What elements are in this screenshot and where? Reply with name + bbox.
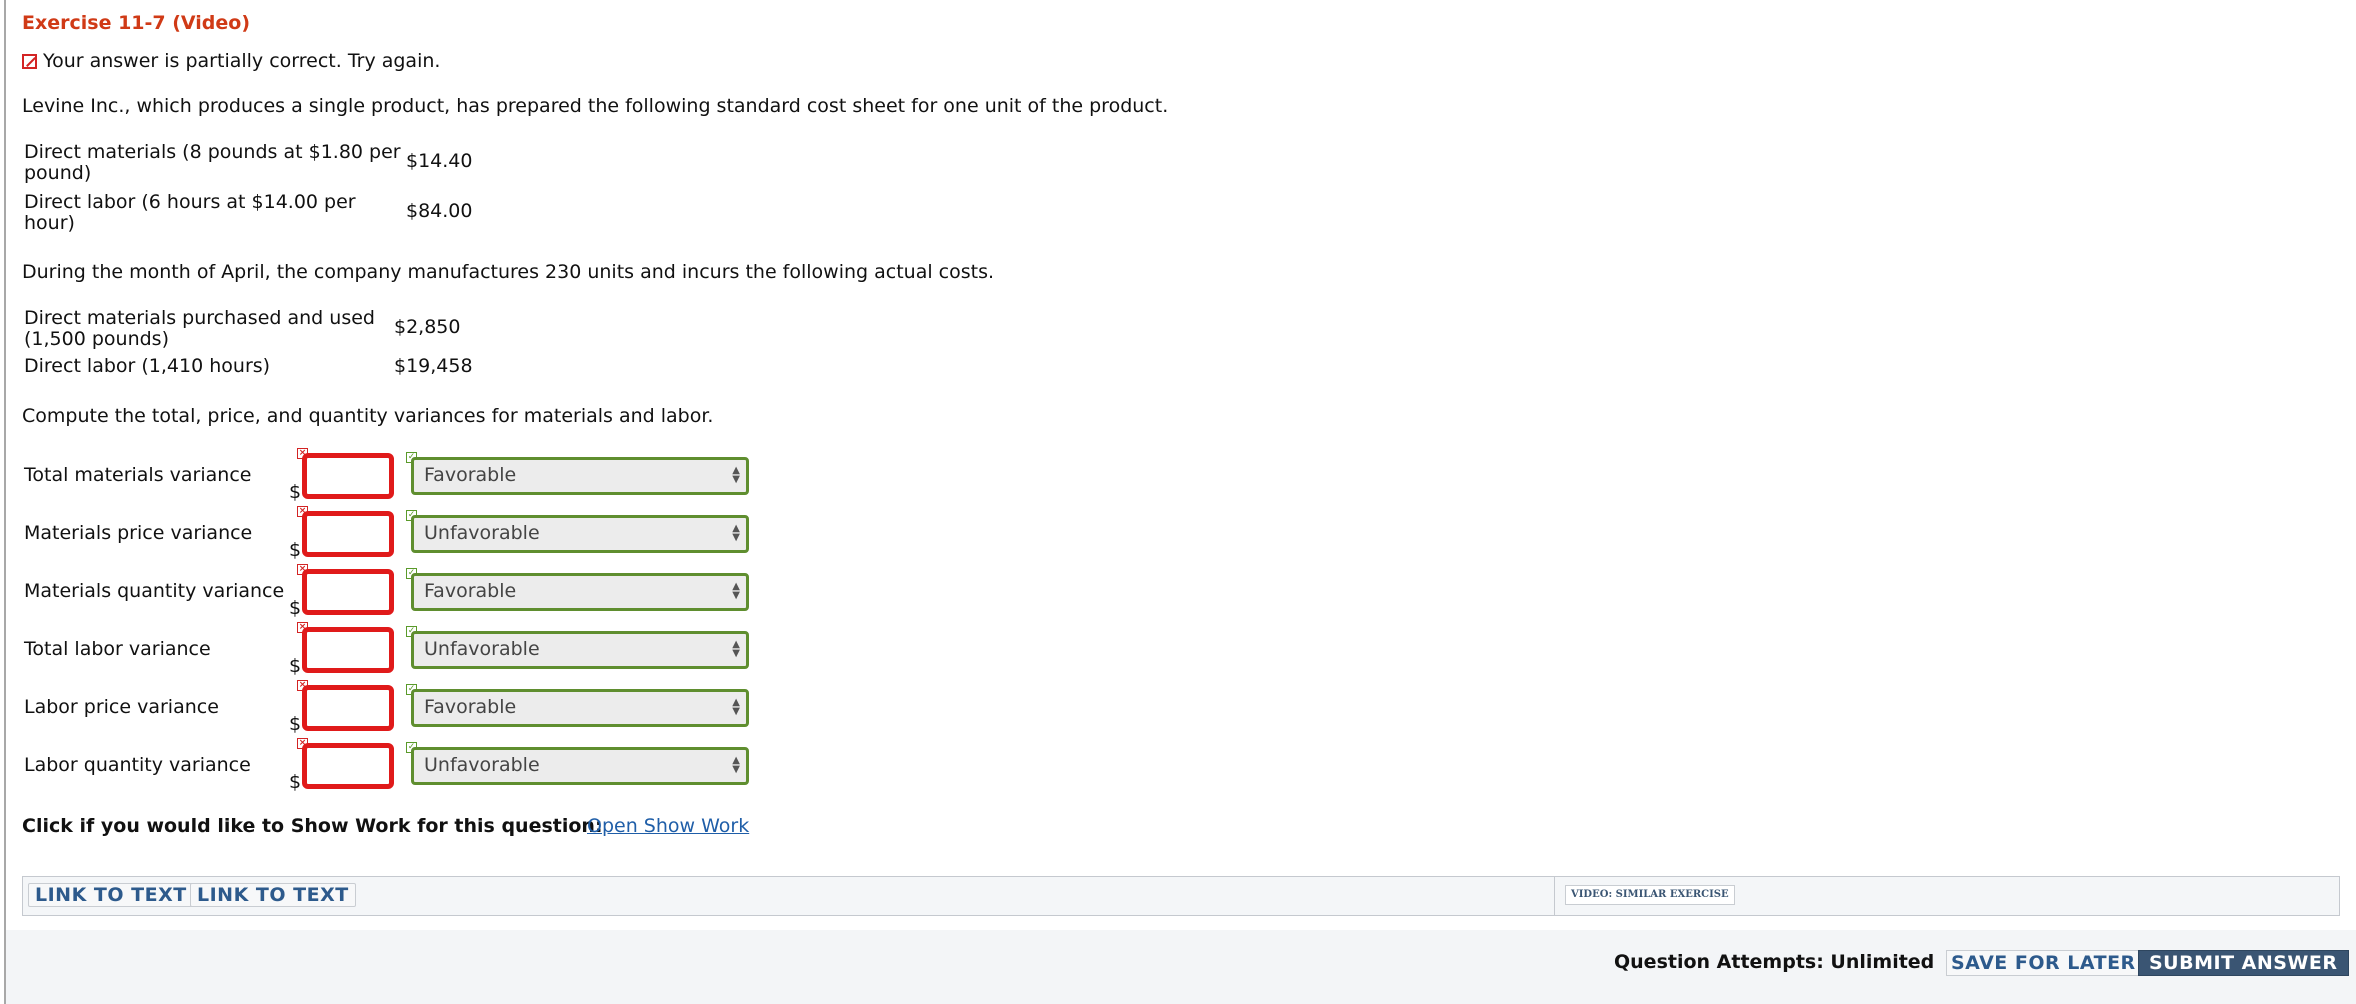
- select-value: Unfavorable: [424, 522, 540, 544]
- variance-label: Total materials variance: [24, 464, 252, 486]
- select-value: Favorable: [424, 696, 517, 718]
- materials-price-variance-select[interactable]: Unfavorable ▲ ▼: [411, 515, 749, 553]
- instruction-text: Compute the total, price, and quantity v…: [22, 405, 714, 427]
- total-materials-variance-input[interactable]: [302, 453, 394, 499]
- total-labor-variance-input[interactable]: [302, 627, 394, 673]
- materials-quantity-variance-input[interactable]: [302, 569, 394, 615]
- labor-price-variance-select[interactable]: Favorable ▲ ▼: [411, 689, 749, 727]
- labor-quantity-variance-input[interactable]: [302, 743, 394, 789]
- variance-label: Labor quantity variance: [24, 754, 251, 776]
- cost-label-line1: Direct materials purchased and used: [24, 307, 375, 329]
- cost-value: $2,850: [394, 316, 461, 338]
- select-value: Favorable: [424, 580, 517, 602]
- show-work-prompt: Click if you would like to Show Work for…: [22, 815, 603, 837]
- status-text: Your answer is partially correct. Try ag…: [43, 50, 441, 72]
- save-for-later-button[interactable]: SAVE FOR LATER: [1946, 950, 2141, 976]
- april-intro-text: During the month of April, the company m…: [22, 261, 995, 283]
- cost-label-line1: Direct labor (1,410 hours): [24, 355, 271, 377]
- cost-label-line1: Direct materials (8 pounds at $1.80 per: [24, 141, 401, 163]
- pencil-square-icon: [22, 53, 37, 69]
- materials-quantity-variance-select[interactable]: Favorable ▲ ▼: [411, 573, 749, 611]
- variance-label: Labor price variance: [24, 696, 219, 718]
- resource-link-bar: LINK TO TEXT LINK TO TEXT VIDEO: SIMILAR…: [22, 876, 2340, 916]
- cost-label-line1: Direct labor (6 hours at $14.00 per: [24, 191, 356, 213]
- variance-label: Materials price variance: [24, 522, 253, 544]
- cost-value: $14.40: [406, 150, 473, 172]
- select-value: Unfavorable: [424, 638, 540, 660]
- question-attempts: Question Attempts: Unlimited: [1614, 951, 1935, 973]
- select-arrows-icon: ▲ ▼: [732, 523, 740, 543]
- labor-quantity-variance-select[interactable]: Unfavorable ▲ ▼: [411, 747, 749, 785]
- answer-status: Your answer is partially correct. Try ag…: [22, 50, 440, 72]
- total-labor-variance-select[interactable]: Unfavorable ▲ ▼: [411, 631, 749, 669]
- video-similar-exercise-button[interactable]: VIDEO: SIMILAR EXERCISE: [1565, 885, 1735, 905]
- cost-value: $84.00: [406, 200, 473, 222]
- select-value: Favorable: [424, 464, 517, 486]
- open-show-work-link[interactable]: Open Show Work: [587, 815, 749, 837]
- cost-label-line2: pound): [24, 162, 92, 184]
- currency-symbol: $: [289, 539, 302, 561]
- link-bar-divider: [1554, 877, 1555, 915]
- select-arrows-icon: ▲ ▼: [732, 581, 740, 601]
- currency-symbol: $: [289, 481, 302, 503]
- cost-label-line2: hour): [24, 212, 75, 234]
- variance-label: Materials quantity variance: [24, 580, 285, 602]
- total-materials-variance-select[interactable]: Favorable ▲ ▼: [411, 457, 749, 495]
- submit-answer-button[interactable]: SUBMIT ANSWER: [2138, 950, 2349, 976]
- exercise-title: Exercise 11-7 (Video): [22, 12, 251, 34]
- currency-symbol: $: [289, 771, 302, 793]
- select-arrows-icon: ▲ ▼: [732, 465, 740, 485]
- labor-price-variance-input[interactable]: [302, 685, 394, 731]
- intro-text: Levine Inc., which produces a single pro…: [22, 95, 1169, 117]
- link-to-text-button[interactable]: LINK TO TEXT: [190, 883, 356, 907]
- select-arrows-icon: ▲ ▼: [732, 639, 740, 659]
- select-arrows-icon: ▲ ▼: [732, 697, 740, 717]
- currency-symbol: $: [289, 713, 302, 735]
- cost-value: $19,458: [394, 355, 473, 377]
- cost-label-line2: (1,500 pounds): [24, 328, 169, 350]
- variance-label: Total labor variance: [24, 638, 211, 660]
- link-to-text-button[interactable]: LINK TO TEXT: [28, 883, 194, 907]
- materials-price-variance-input[interactable]: [302, 511, 394, 557]
- currency-symbol: $: [289, 655, 302, 677]
- select-arrows-icon: ▲ ▼: [732, 755, 740, 775]
- select-value: Unfavorable: [424, 754, 540, 776]
- currency-symbol: $: [289, 597, 302, 619]
